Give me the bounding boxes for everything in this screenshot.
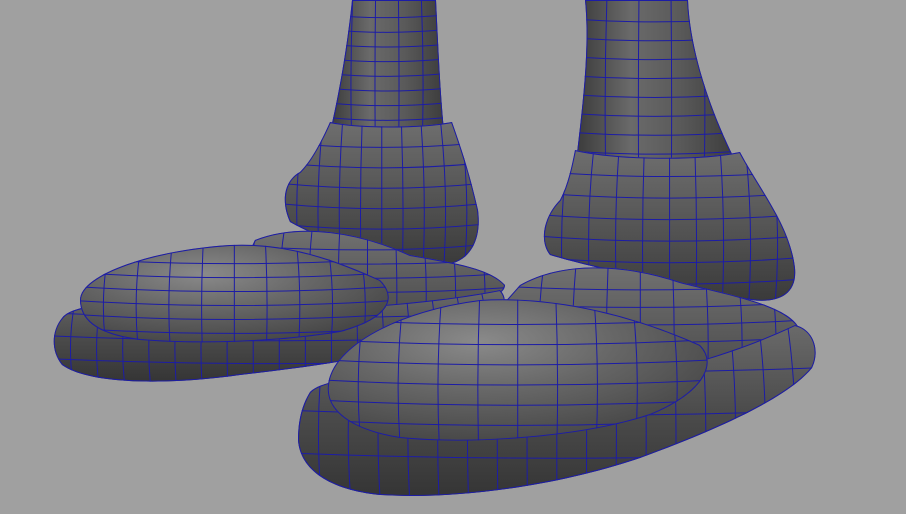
- scene-canvas: [0, 0, 906, 514]
- 3d-viewport[interactable]: [0, 0, 906, 514]
